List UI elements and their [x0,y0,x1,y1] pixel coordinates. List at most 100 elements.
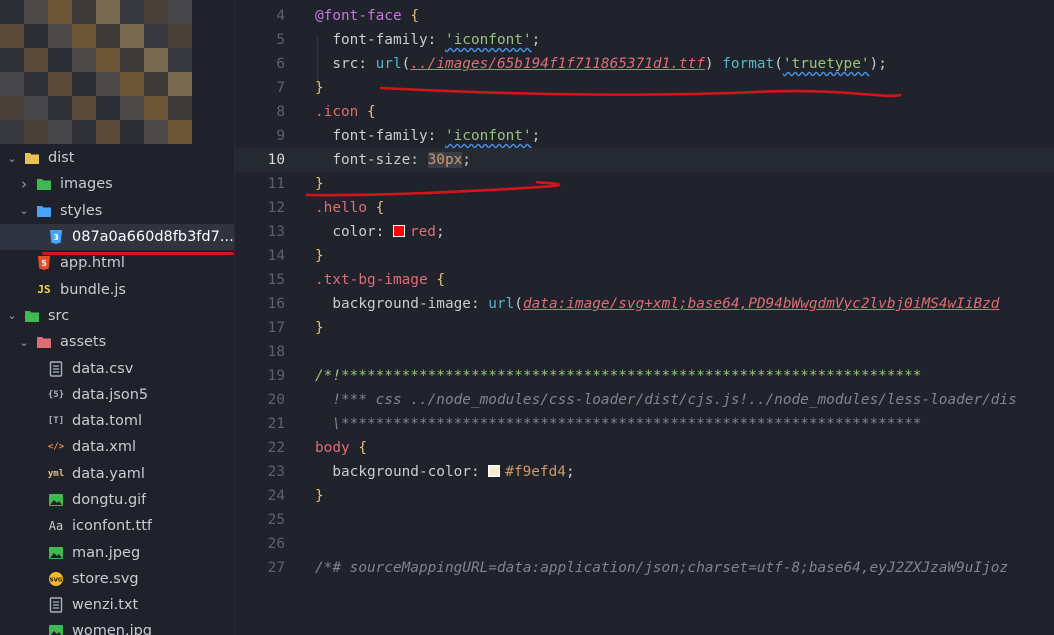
line-number: 5 [276,32,285,48]
tree-item-dist[interactable]: ⌄ dist [0,145,234,171]
code-line[interactable]: 11} [235,172,1054,196]
json-file-icon: {5} [47,389,65,400]
avatar-mosaic-tile [24,48,48,72]
code-line[interactable]: 18 [235,340,1054,364]
file-lines-icon [48,597,64,613]
code-token: format [722,56,775,72]
avatar-mosaic-tile [144,0,168,24]
tree-item-data-yaml[interactable]: yml data.yaml [0,461,234,487]
avatar-mosaic-tile [48,120,72,144]
code-line[interactable]: 10 font-size: 30px; [235,148,1054,172]
code-line[interactable]: 8 .icon { [235,100,1054,124]
tree-item-data-xml[interactable]: </> data.xml [0,434,234,460]
code-token: .hello [315,200,367,216]
code-text: } [315,244,324,268]
tree-item-label: assets [60,334,107,351]
tree-item-data-json5[interactable]: {5} data.json5 [0,382,234,408]
code-line[interactable]: 26 [235,532,1054,556]
tree-item-wenzi-txt[interactable]: wenzi.txt [0,592,234,618]
folder-styles-icon [36,203,52,219]
code-line[interactable]: 25 [235,508,1054,532]
code-line[interactable]: 19 /*!***********************************… [235,364,1054,388]
avatar-mosaic-tile [168,120,192,144]
line-number: 18 [267,344,285,360]
tree-item-man-jpeg[interactable]: man.jpeg [0,539,234,565]
code-text: /*!*************************************… [315,364,921,388]
tree-item-images[interactable]: › images [0,171,234,197]
line-number: 6 [276,56,285,72]
code-line[interactable]: 17} [235,316,1054,340]
tree-item-src[interactable]: ⌄ src [0,303,234,329]
tree-item-label: women.jpg [72,623,153,635]
avatar-mosaic-tile [96,24,120,48]
line-number: 19 [267,368,285,384]
code-line[interactable]: 24} [235,484,1054,508]
code-line[interactable]: 23 background-color: #f9efd4; [235,460,1054,484]
code-line[interactable]: 16 background-image: url(data:image/svg+… [235,292,1054,316]
avatar-mosaic-tile [96,96,120,120]
avatar-mosaic-tile [96,0,120,24]
code-line[interactable]: 4 @font-face { [235,4,1054,28]
code-editor[interactable]: 4 @font-face {5 font-family: 'iconfont'; 6… [235,0,1054,635]
tree-item-data-toml[interactable]: [T] data.toml [0,408,234,434]
code-text: font-size: 30px; [315,148,471,172]
line-number: 15 [267,272,285,288]
code-token: } [315,488,324,504]
code-token: src: [315,56,376,72]
color-swatch-icon[interactable] [488,464,501,477]
code-text: color: red; [315,220,444,244]
code-line[interactable]: 27 /*# sourceMappingURL=data:application/… [235,556,1054,580]
tree-item-label: wenzi.txt [72,597,139,614]
avatar-mosaic-tile [48,96,72,120]
code-token: } [315,248,324,264]
tree-item-assets[interactable]: ⌄ assets [0,329,234,355]
tree-item-label: data.toml [72,413,142,430]
code-line[interactable]: 14} [235,244,1054,268]
tree-item-iconfont-ttf[interactable]: Aa iconfont.ttf [0,513,234,539]
code-token: color: [315,224,393,240]
tree-item-data-csv[interactable]: data.csv [0,355,234,381]
code-line[interactable]: 5 font-family: 'iconfont'; [235,28,1054,52]
code-token: ; [531,32,541,48]
code-token: ( [514,296,523,312]
line-number: 9 [276,128,285,144]
tree-item-styles[interactable]: ⌄ styles [0,198,234,224]
tree-item-label: data.xml [72,439,137,456]
tree-item-label: data.csv [72,360,134,377]
code-line[interactable]: 20 !*** css ../node_modules/css-loader/d… [235,388,1054,412]
avatar-mosaic-tile [144,96,168,120]
code-line[interactable]: 6 src: url (../images/65b194f1f711865371d… [235,52,1054,76]
line-number: 11 [267,176,285,192]
tree-item-women-jpg[interactable]: women.jpg [0,618,234,635]
code-token: ; [565,464,575,480]
tree-item-bundle-js[interactable]: JS bundle.js [0,276,234,302]
code-line[interactable]: 12 .hello { [235,196,1054,220]
code-line[interactable]: 21 \************************************… [235,412,1054,436]
code-line[interactable]: 13 color: red; [235,220,1054,244]
code-token: { [367,104,376,120]
tree-item-087a0a660d8fb3fd7-[interactable]: 3 087a0a660d8fb3fd7... [0,223,234,251]
xml-file-icon: </> [47,442,65,453]
line-number: 4 [276,8,285,24]
code-token: ) [704,56,723,72]
code-token: 'iconfont' [444,128,532,144]
code-token: { [410,8,419,24]
code-token: 'iconfont' [444,32,532,48]
code-token: ); [869,56,887,72]
color-swatch-icon[interactable] [392,224,405,237]
tree-item-dongtu-gif[interactable]: dongtu.gif [0,487,234,513]
code-line[interactable]: 15 .txt-bg-image { [235,268,1054,292]
code-line[interactable]: 7} [235,76,1054,100]
code-token: background-image: [315,296,489,312]
code-line[interactable]: 9 font-family: 'iconfont'; [235,124,1054,148]
tree-item-store-svg[interactable]: SVG store.svg [0,566,234,592]
avatar-mosaic-tile [24,120,48,144]
code-line[interactable]: 22 body { [235,436,1054,460]
avatar-mosaic-tile [72,96,96,120]
avatar-mosaic-tile [72,72,96,96]
avatar-mosaic-tile [72,0,96,24]
tree-item-label: data.yaml [72,465,145,482]
code-token: { [436,272,445,288]
